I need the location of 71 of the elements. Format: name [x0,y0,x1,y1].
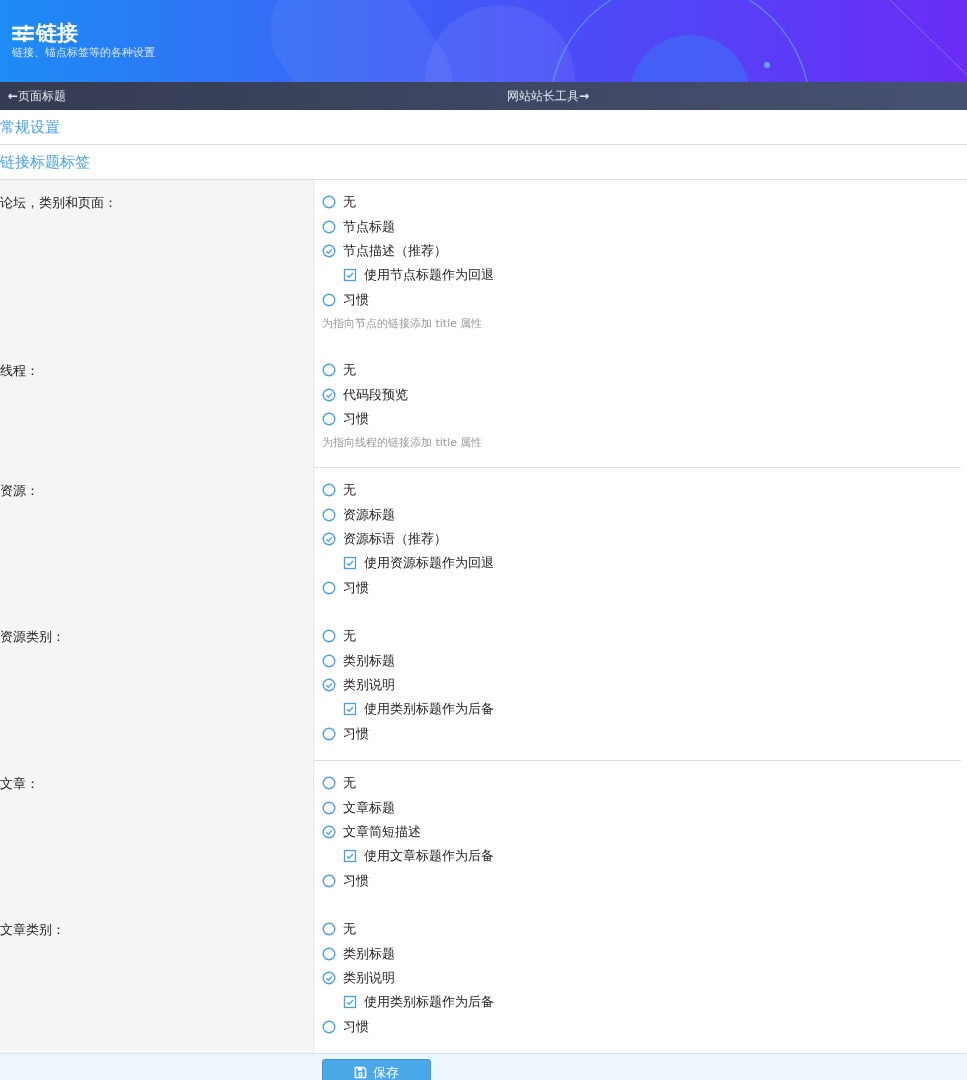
radio-option[interactable]: 类别说明 [322,965,961,991]
radio-icon[interactable] [322,483,336,498]
checked-checkbox-icon[interactable] [343,849,357,864]
field-label: 论坛，类别和页面： [0,195,117,210]
page-title: 链接 [36,20,78,46]
radio-option[interactable]: 习惯 [322,868,961,893]
hint-text: 为指向节点的链接添加 title 属性 [322,315,484,332]
radio-option[interactable]: 资源标语（推荐） [322,526,961,552]
radio-icon[interactable] [322,776,336,791]
radio-option[interactable]: 类别标题 [322,648,961,673]
radio-option[interactable]: 资源标题 [322,502,961,527]
radio-option[interactable]: 习惯 [322,721,961,747]
radio-option[interactable]: 无 [322,190,961,215]
field-label: 文章类别： [0,922,65,937]
radio-icon[interactable] [322,219,336,234]
previous-link[interactable]: ←页面标题 [0,87,488,105]
checked-checkbox-icon[interactable] [343,556,357,571]
radio-icon[interactable] [322,946,336,961]
next-link[interactable]: 网站站长工具→ [488,87,590,105]
checkbox-option[interactable]: 使用资源标题作为回退 [322,551,961,576]
radio-icon[interactable] [322,1019,336,1034]
radio-icon[interactable] [322,363,336,378]
radio-option[interactable]: 类别标题 [322,941,961,966]
radio-icon[interactable] [322,195,336,210]
checked-radio-icon[interactable] [322,532,336,547]
radio-option[interactable]: 无 [322,771,961,796]
field-label: 文章： [0,776,39,792]
checked-checkbox-icon[interactable] [343,702,357,717]
hint-text: 为指向线程的链接添加 title 属性 [322,435,484,452]
checked-checkbox-icon[interactable] [343,268,357,283]
radio-icon[interactable] [322,800,336,815]
radio-icon[interactable] [322,411,336,426]
radio-option[interactable]: 习惯 [322,287,961,312]
field-label: 资源类别： [0,629,65,645]
radio-option[interactable]: 无 [322,357,961,383]
radio-icon[interactable] [322,873,336,888]
radio-option[interactable]: 代码段预览 [322,382,961,407]
checked-radio-icon[interactable] [322,825,336,839]
radio-option[interactable]: 文章标题 [322,795,961,820]
radio-option[interactable]: 类别说明 [322,672,961,698]
radio-option[interactable]: 无 [322,917,961,942]
radio-option[interactable]: 文章简短描述 [322,819,961,845]
radio-icon[interactable] [322,507,336,522]
section-heading: 链接标题标签 [0,152,90,172]
section-heading: 常规设置 [0,117,60,137]
checked-radio-icon[interactable] [322,387,336,402]
radio-icon[interactable] [322,292,336,307]
radio-icon[interactable] [322,629,336,644]
radio-icon[interactable] [322,580,336,595]
radio-option[interactable]: 节点描述（推荐） [322,238,961,264]
checkbox-option[interactable]: 使用文章标题作为后备 [322,844,961,869]
radio-option[interactable]: 习惯 [322,575,961,601]
checkbox-option[interactable]: 使用类别标题作为后备 [322,990,961,1015]
field-label: 资源： [0,483,39,499]
checkbox-option[interactable]: 使用节点标题作为回退 [322,263,961,288]
radio-icon[interactable] [322,726,336,741]
checked-checkbox-icon[interactable] [343,995,357,1010]
radio-icon[interactable] [322,922,336,937]
field-label: 线程： [0,362,39,378]
radio-option[interactable]: 习惯 [322,1014,961,1039]
sliders-icon [12,24,34,42]
radio-option[interactable]: 无 [322,478,961,503]
checked-radio-icon[interactable] [322,678,336,693]
radio-option[interactable]: 无 [322,624,961,649]
checked-radio-icon[interactable] [322,243,336,258]
page-subtitle: 链接、锚点标签等的各种设置 [12,46,156,60]
radio-icon[interactable] [322,653,336,668]
radio-option[interactable]: 习惯 [322,406,961,432]
radio-option[interactable]: 节点标题 [322,214,961,239]
checked-radio-icon[interactable] [322,970,336,985]
checkbox-option[interactable]: 使用类别标题作为后备 [322,697,961,722]
